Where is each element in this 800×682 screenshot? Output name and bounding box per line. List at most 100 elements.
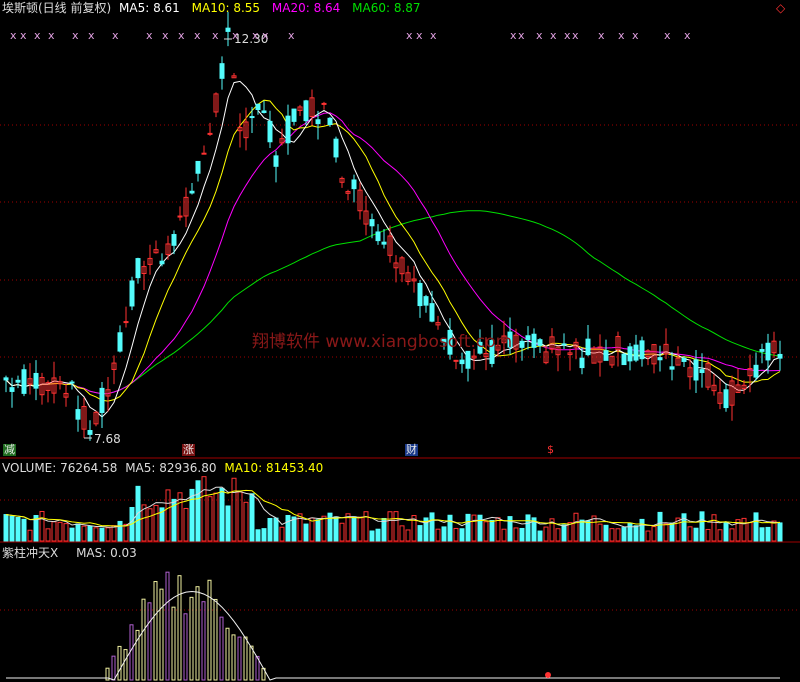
volume-bar — [723, 522, 729, 542]
volume-bar — [195, 480, 201, 542]
volume-bar — [543, 526, 549, 542]
volume-bar — [627, 522, 633, 542]
volume-bar — [573, 512, 579, 542]
volume-bar — [429, 512, 435, 542]
volume-bar — [495, 517, 501, 542]
volume-bar — [51, 521, 57, 542]
signal-x-marker: x — [162, 29, 169, 42]
candle-down — [255, 103, 261, 111]
volume-bar — [351, 516, 357, 542]
volume-bar — [651, 526, 657, 542]
volume-bar — [777, 522, 783, 542]
candle-down — [417, 282, 423, 307]
indicator-mas-line — [6, 590, 780, 681]
volume-ma5-label: MA5: 82936.80 — [125, 461, 217, 475]
volume-bar — [261, 528, 267, 542]
ma60-label: MA60: 8.87 — [352, 1, 421, 15]
tag-cai[interactable]: 财 — [405, 444, 418, 456]
signal-x-marker: x — [72, 29, 79, 42]
candle-down — [135, 258, 141, 279]
signal-x-marker: x — [262, 29, 269, 42]
candle-down — [723, 389, 729, 409]
tag-zhang[interactable]: 涨 — [182, 444, 195, 456]
volume-bar — [225, 505, 231, 542]
volume-bar — [219, 487, 225, 542]
volume-bar — [69, 527, 75, 542]
indicator-bar — [183, 613, 188, 681]
volume-bar — [153, 504, 159, 542]
candle-down — [531, 333, 537, 348]
candle-down — [273, 155, 279, 167]
signal-x-marker: x — [416, 29, 423, 42]
candle-down — [261, 110, 267, 113]
candle-down — [87, 430, 93, 435]
watermark: 翔博软件 www.xiangbosoft.com — [252, 332, 513, 352]
volume-bar — [303, 523, 309, 542]
signal-x-marker: x — [664, 29, 671, 42]
candle-down — [159, 260, 165, 265]
volume-bar — [633, 525, 639, 542]
signal-x-marker: x — [430, 29, 437, 42]
candle-down — [765, 342, 771, 361]
tag-jian[interactable]: 减 — [3, 444, 16, 456]
volume-bar — [507, 516, 513, 542]
volume-bar — [369, 530, 375, 542]
candle-down — [459, 359, 465, 365]
indicator-bar — [213, 598, 218, 681]
volume-bar — [621, 527, 627, 542]
volume-bar — [417, 525, 423, 542]
volume-bar — [255, 529, 261, 542]
candle-down — [33, 372, 39, 389]
volume-bar — [615, 528, 621, 542]
volume-bar — [63, 523, 69, 542]
signal-x-marker: x — [252, 29, 259, 42]
volume-bar — [441, 526, 447, 542]
indicator-bar — [219, 616, 224, 681]
volume-bar — [537, 530, 543, 542]
volume-bar — [765, 526, 771, 542]
volume-bar — [717, 529, 723, 542]
volume-bar — [75, 523, 81, 542]
signal-x-marker: x — [518, 29, 525, 42]
volume-bar — [357, 516, 363, 542]
candle-down — [75, 409, 81, 420]
volume-bar — [399, 525, 405, 542]
signal-x-marker: x — [20, 29, 27, 42]
indicator-signal-dot — [545, 672, 551, 678]
candle-down — [225, 27, 231, 32]
volume-bar — [3, 514, 9, 542]
candle-down — [369, 219, 375, 227]
signal-x-marker: x — [232, 29, 239, 42]
volume-bar — [273, 517, 279, 542]
candle-down — [21, 369, 27, 394]
volume-bar — [405, 529, 411, 542]
indicator-bar — [111, 655, 116, 681]
indicator-bar — [249, 645, 254, 681]
volume-bar — [729, 528, 735, 542]
volume-bar — [693, 527, 699, 542]
indicator-bar — [231, 634, 236, 681]
volume-bar — [525, 514, 531, 542]
candle-down — [423, 296, 429, 306]
candle-down — [639, 340, 645, 360]
indicator-bar — [195, 586, 200, 681]
volume-bar — [597, 523, 603, 542]
tag-dollar[interactable]: $ — [546, 444, 555, 456]
ma60-line — [5, 210, 781, 395]
signal-x-marker: x — [146, 29, 153, 42]
candle-down — [171, 234, 177, 246]
volume-bar — [657, 511, 663, 542]
volume-bar — [705, 528, 711, 542]
volume-bar — [639, 518, 645, 542]
candle-up — [453, 359, 459, 362]
candle-down — [291, 108, 297, 122]
close-diamond-icon[interactable]: ◇ — [776, 1, 785, 15]
candle-down — [333, 138, 339, 158]
volume-bar — [459, 528, 465, 542]
candle-down — [465, 350, 471, 369]
indicator-bar — [165, 571, 170, 681]
candle-up — [201, 152, 207, 155]
indicator-bar — [117, 645, 122, 681]
indicator-bar — [237, 636, 242, 681]
volume-bar — [699, 511, 705, 542]
